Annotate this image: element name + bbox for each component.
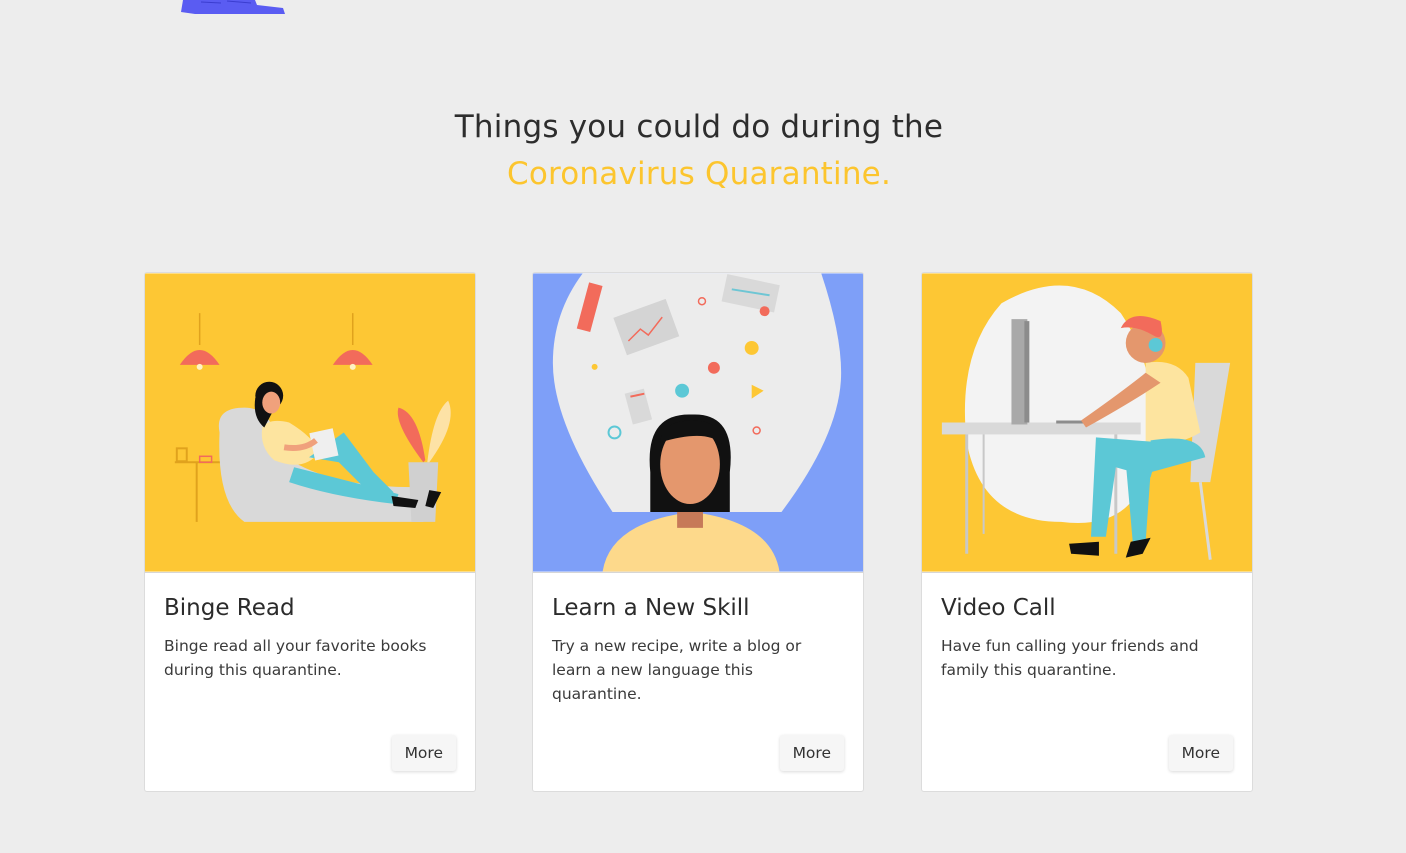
card-description: Have fun calling your friends and family… [941, 637, 1199, 679]
section-heading: Things you could do during the Coronavir… [0, 104, 1398, 198]
card-video-call: Video Call Have fun calling your friends… [921, 272, 1253, 792]
top-decoration [181, 0, 285, 14]
card-learn-new-skill: Learn a New Skill Try a new recipe, writ… [532, 272, 864, 792]
heading-line-1: Things you could do during the [454, 109, 944, 145]
man-video-call-illustration [922, 273, 1252, 573]
more-button[interactable]: More [779, 735, 844, 771]
card-binge-read: Binge Read Binge read all your favorite … [144, 272, 476, 792]
card-title: Learn a New Skill [552, 595, 750, 621]
woman-reading-illustration [145, 273, 475, 573]
more-button[interactable]: More [1168, 735, 1233, 771]
woman-learning-illustration [533, 273, 863, 573]
card-description: Try a new recipe, write a blog or learn … [552, 637, 802, 703]
card-title: Binge Read [164, 595, 295, 621]
card-description: Binge read all your favorite books durin… [164, 637, 427, 679]
card-title: Video Call [941, 595, 1056, 621]
heading-line-2-highlight: Coronavirus Quarantine. [506, 156, 892, 192]
more-button[interactable]: More [391, 735, 456, 771]
